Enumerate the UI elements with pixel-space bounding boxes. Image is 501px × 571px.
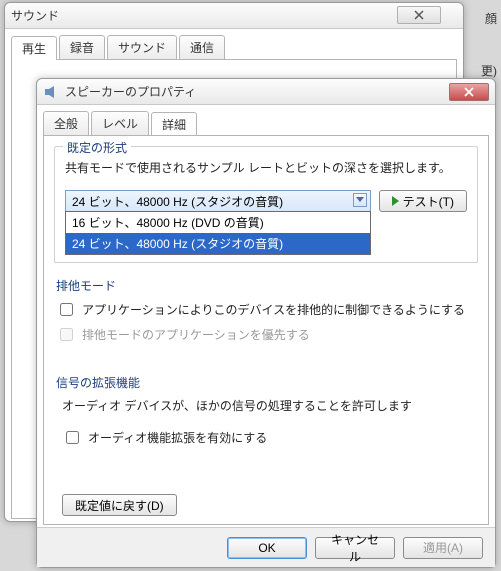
sound-close-button[interactable]: [397, 6, 441, 24]
tab-sounds[interactable]: サウンド: [107, 35, 177, 59]
tab-level[interactable]: レベル: [91, 111, 149, 135]
audio-enhance-checkbox[interactable]: [66, 431, 79, 444]
dialog-close-button[interactable]: [449, 83, 489, 101]
tab-advanced[interactable]: 詳細: [151, 112, 197, 136]
sound-titlebar: サウンド: [5, 3, 463, 29]
default-format-group: 既定の形式 共有モードで使用されるサンプル レートとビットの深さを選択します。 …: [54, 146, 478, 263]
default-format-legend: 既定の形式: [63, 139, 131, 156]
play-icon: [392, 196, 399, 206]
exclusive-control-label: アプリケーションによりこのデバイスを排他的に制御できるようにする: [82, 301, 465, 318]
dialog-title: スピーカーのプロパティ: [65, 83, 449, 100]
apply-label: 適用(A): [423, 539, 463, 556]
combo-selected-value: 24 ビット、48000 Hz (スタジオの音質): [65, 190, 371, 212]
signal-enhance-group: 信号の拡張機能 オーディオ デバイスが、ほかの信号の処理することを許可します オ…: [54, 374, 478, 463]
tab-recording[interactable]: 録音: [59, 35, 105, 59]
speaker-properties-dialog: スピーカーのプロパティ 全般 レベル 詳細 既定の形式 共有モードで使用されるサ…: [36, 78, 496, 568]
close-x-icon: [413, 10, 425, 20]
test-button[interactable]: テスト(T): [379, 190, 467, 212]
dialog-footer: OK キャンセル 適用(A): [37, 527, 495, 567]
ok-label: OK: [258, 541, 275, 555]
exclusive-priority-label: 排他モードのアプリケーションを優先する: [82, 326, 310, 343]
chevron-down-icon: [353, 193, 367, 207]
cancel-button[interactable]: キャンセル: [315, 537, 395, 559]
cutoff-text-2: 更): [481, 62, 497, 79]
speaker-icon: [43, 84, 59, 100]
cancel-label: キャンセル: [328, 531, 382, 565]
close-x-icon: [463, 87, 475, 97]
exclusive-priority-checkbox-row: 排他モードのアプリケーションを優先する: [56, 325, 476, 344]
exclusive-control-checkbox-row[interactable]: アプリケーションによりこのデバイスを排他的に制御できるようにする: [56, 300, 476, 319]
tab-communication[interactable]: 通信: [179, 35, 225, 59]
tab-general[interactable]: 全般: [43, 111, 89, 135]
restore-defaults-button[interactable]: 既定値に戻す(D): [62, 494, 177, 516]
exclusive-mode-group: 排他モード アプリケーションによりこのデバイスを排他的に制御できるようにする 排…: [54, 277, 478, 360]
tab-playback[interactable]: 再生: [11, 36, 57, 60]
combo-dropdown: 16 ビット、48000 Hz (DVD の音質) 24 ビット、48000 H…: [65, 211, 371, 255]
signal-enhance-desc: オーディオ デバイスが、ほかの信号の処理することを許可します: [62, 397, 476, 414]
exclusive-priority-checkbox: [60, 328, 73, 341]
signal-enhance-legend: 信号の拡張機能: [56, 374, 476, 391]
audio-enhance-checkbox-row[interactable]: オーディオ機能拡張を有効にする: [62, 428, 476, 447]
cutoff-text-1: 顔: [485, 10, 497, 27]
restore-defaults-label: 既定値に戻す(D): [75, 497, 164, 514]
sound-tabs: 再生 録音 サウンド 通信: [5, 29, 463, 59]
sound-title: サウンド: [11, 7, 457, 24]
combo-option-24bit[interactable]: 24 ビット、48000 Hz (スタジオの音質): [66, 233, 370, 254]
test-button-label: テスト(T): [403, 193, 454, 210]
dialog-tabs: 全般 レベル 詳細: [37, 105, 495, 135]
advanced-tab-body: 既定の形式 共有モードで使用されるサンプル レートとビットの深さを選択します。 …: [43, 135, 489, 525]
apply-button[interactable]: 適用(A): [403, 537, 483, 559]
audio-enhance-label: オーディオ機能拡張を有効にする: [88, 429, 267, 446]
exclusive-mode-legend: 排他モード: [56, 277, 476, 294]
exclusive-control-checkbox[interactable]: [60, 303, 73, 316]
combo-option-16bit[interactable]: 16 ビット、48000 Hz (DVD の音質): [66, 212, 370, 233]
default-format-desc: 共有モードで使用されるサンプル レートとビットの深さを選択します。: [65, 159, 467, 176]
dialog-titlebar: スピーカーのプロパティ: [37, 79, 495, 105]
ok-button[interactable]: OK: [227, 537, 307, 559]
sample-format-combo[interactable]: 24 ビット、48000 Hz (スタジオの音質) 16 ビット、48000 H…: [65, 190, 371, 212]
